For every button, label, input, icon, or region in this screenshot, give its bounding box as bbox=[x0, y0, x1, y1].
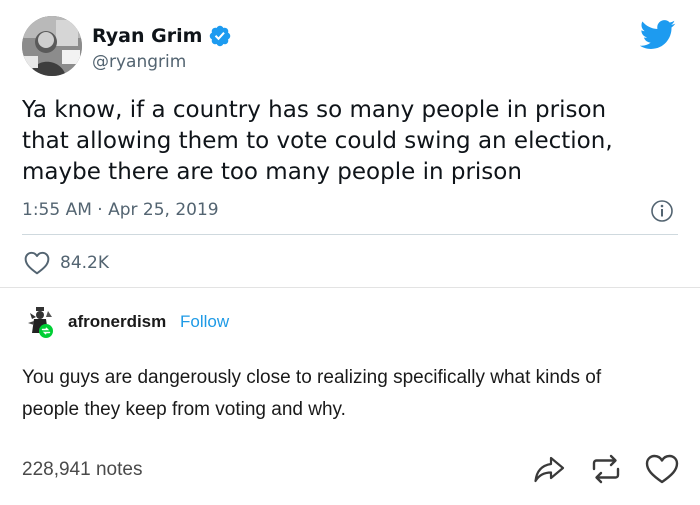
avatar[interactable] bbox=[22, 16, 82, 76]
tweet-card: Ryan Grim @ryangrim Ya know, if a countr… bbox=[0, 0, 700, 287]
avatar-photo bbox=[22, 16, 82, 76]
tweet-text-line: maybe there are too many people in priso… bbox=[22, 159, 522, 185]
likes-count: 84.2K bbox=[60, 253, 109, 273]
tweet-text: Ya know, if a country has so many people… bbox=[22, 95, 682, 188]
verified-badge-icon bbox=[210, 25, 231, 47]
twitter-bird-icon[interactable] bbox=[640, 20, 676, 50]
notes-count[interactable]: 228,941 notes bbox=[22, 459, 142, 481]
reblog-icon[interactable] bbox=[588, 452, 624, 486]
share-icon[interactable] bbox=[532, 452, 566, 486]
avatar[interactable] bbox=[22, 303, 58, 339]
tweet-timestamp[interactable]: 1:55 AM · Apr 25, 2019 bbox=[22, 200, 219, 220]
handle[interactable]: @ryangrim bbox=[92, 52, 186, 72]
post-text-line: You guys are dangerously close to realiz… bbox=[22, 367, 602, 388]
heart-icon[interactable] bbox=[24, 251, 50, 275]
post-divider bbox=[0, 287, 700, 288]
author-name-row: Ryan Grim bbox=[92, 24, 232, 48]
tweet-divider bbox=[22, 234, 678, 235]
post-text-line: people they keep from voting and why. bbox=[22, 399, 346, 420]
tweet-text-line: Ya know, if a country has so many people… bbox=[22, 97, 607, 123]
follow-button[interactable]: Follow bbox=[180, 312, 229, 332]
likes-row[interactable]: 84.2K bbox=[24, 250, 109, 276]
heart-outline-icon[interactable] bbox=[644, 452, 680, 486]
post-text: You guys are dangerously close to realiz… bbox=[22, 362, 682, 426]
tweet-text-line: that allowing them to vote could swing a… bbox=[22, 128, 613, 154]
info-icon[interactable] bbox=[650, 199, 674, 223]
reblog-badge-icon bbox=[39, 324, 53, 338]
display-name[interactable]: Ryan Grim bbox=[92, 25, 202, 47]
post-username[interactable]: afronerdism bbox=[68, 312, 166, 332]
